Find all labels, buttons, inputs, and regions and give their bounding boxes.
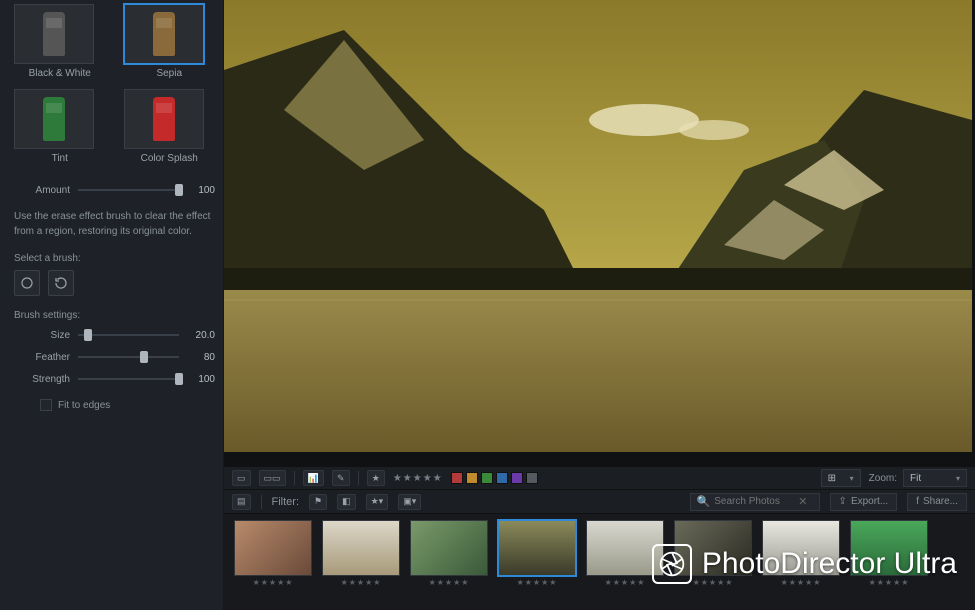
color-swatch[interactable] [496,472,508,484]
effects-panel: Black & White Sepia Tint Color Splash Amoun… [0,0,224,610]
color-labels [451,472,538,484]
strength-label: Strength [14,374,70,385]
size-label: Size [14,330,70,341]
filmstrip-thumb[interactable]: ★★★★★ [410,520,488,587]
color-swatch[interactable] [511,472,523,484]
view-compare-button[interactable]: ▭▭ [259,470,286,486]
thumb-stars: ★★★★★ [498,578,576,587]
brush-erase-button[interactable] [48,270,74,296]
size-slider[interactable] [78,329,179,341]
fit-to-edges-label: Fit to edges [58,400,110,411]
view-mode-dropdown[interactable]: ⊞ [821,469,861,487]
export-icon: ⇪ [839,496,847,507]
effect-label: Black & White [14,68,106,79]
thumb-stars: ★★★★★ [410,578,488,587]
search-input[interactable] [714,496,794,507]
amount-label: Amount [14,185,70,196]
rating-stars[interactable]: ★★★★★ [393,473,443,484]
crop-tool-button[interactable]: ✎ [332,470,350,486]
fit-to-edges-row[interactable]: Fit to edges [40,399,215,411]
effect-splash[interactable]: Color Splash [124,89,216,164]
thumb-stars: ★★★★★ [234,578,312,587]
effect-sepia[interactable]: Sepia [124,4,216,79]
filmstrip-thumb[interactable]: ★★★★★ [586,520,664,587]
feather-value: 80 [187,352,215,363]
share-icon: f [916,496,919,507]
view-single-button[interactable]: ▭ [232,470,251,486]
amount-slider-row: Amount 100 [14,184,215,196]
effect-label: Tint [14,153,106,164]
filmstrip-thumb[interactable]: ★★★★★ [674,520,752,587]
search-box[interactable]: 🔍 ✕ [690,493,820,511]
zoom-label: Zoom: [869,473,897,484]
strength-slider[interactable] [78,373,179,385]
rating-button[interactable]: ★ [367,470,385,486]
hint-text: Use the erase effect brush to clear the … [14,210,215,239]
export-button[interactable]: ⇪ Export... [830,493,898,511]
filter-stack-button[interactable]: ▣▾ [398,494,421,510]
color-swatch[interactable] [481,472,493,484]
filter-rating-button[interactable]: ★▾ [366,494,389,510]
filter-label-button[interactable]: ◧ [337,494,356,510]
filmstrip-thumb[interactable]: ★★★★★ [850,520,928,587]
effect-bw[interactable]: Black & White [14,4,106,79]
color-swatch[interactable] [526,472,538,484]
thumb-stars: ★★★★★ [762,578,840,587]
thumb-stars: ★★★★★ [850,578,928,587]
filter-flag-button[interactable]: ⚑ [309,494,327,510]
fit-to-edges-checkbox[interactable] [40,399,52,411]
effect-label: Sepia [124,68,216,79]
effect-tint[interactable]: Tint [14,89,106,164]
feather-slider[interactable] [78,351,179,363]
search-icon: 🔍 [697,495,711,508]
filter-toolbar: ▤ Filter: ⚑ ◧ ★▾ ▣▾ 🔍 ✕ ⇪ Export... f Sh… [224,490,975,514]
filter-label: Filter: [272,496,300,508]
filmstrip-toggle-button[interactable]: ▤ [232,494,251,510]
feather-label: Feather [14,352,70,363]
share-button[interactable]: f Share... [907,493,967,511]
zoom-value: Fit [910,473,921,484]
photo-canvas[interactable] [224,0,975,466]
size-value: 20.0 [187,330,215,341]
filmstrip: ★★★★★ ★★★★★ ★★★★★ ★★★★★ ★★★★★ ★★★★★ ★★★★★ ★★★★★ [224,514,975,610]
thumb-stars: ★★★★★ [322,578,400,587]
filmstrip-thumb[interactable]: ★★★★★ [234,520,312,587]
zoom-dropdown[interactable]: Fit [903,469,967,487]
thumb-stars: ★★★★★ [586,578,664,587]
view-toolbar: ▭ ▭▭ 📊 ✎ ★ ★★★★★ ⊞ Zoom: Fit [224,466,975,490]
clear-search-icon[interactable]: ✕ [798,495,807,508]
brush-apply-button[interactable] [14,270,40,296]
filmstrip-thumb[interactable]: ★★★★★ [762,520,840,587]
filmstrip-thumb[interactable]: ★★★★★ [322,520,400,587]
preview-image [224,0,972,452]
brush-settings-label: Brush settings: [14,310,215,321]
histogram-button[interactable]: 📊 [303,470,324,486]
amount-slider[interactable] [78,184,179,196]
effect-label: Color Splash [124,153,216,164]
thumb-stars: ★★★★★ [674,578,752,587]
strength-value: 100 [187,374,215,385]
color-swatch[interactable] [451,472,463,484]
filmstrip-thumb[interactable]: ★★★★★ [498,520,576,587]
main-area: ▭ ▭▭ 📊 ✎ ★ ★★★★★ ⊞ Zoom: Fit ▤ Filter: ⚑ [224,0,975,610]
select-brush-label: Select a brush: [14,253,215,264]
amount-value: 100 [187,185,215,196]
color-swatch[interactable] [466,472,478,484]
